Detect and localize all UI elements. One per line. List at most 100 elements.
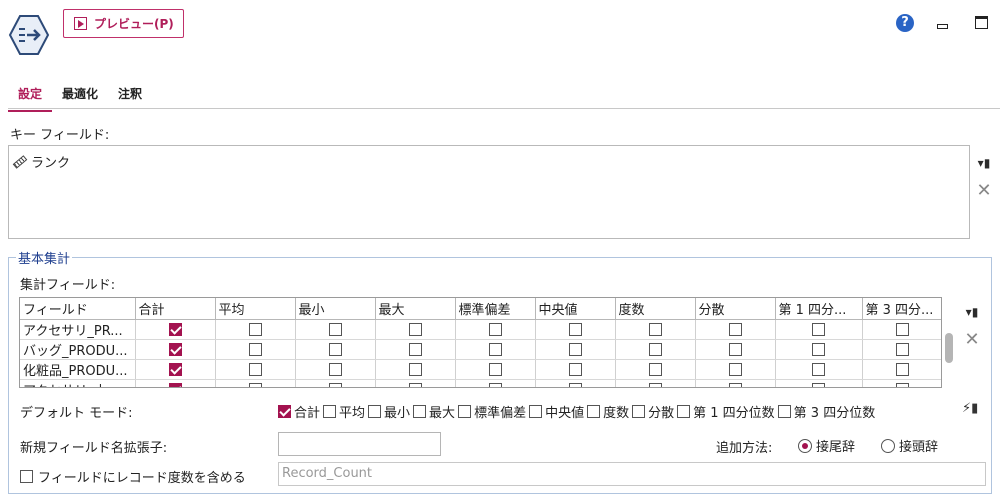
default-mode-option[interactable]: 標準偏差	[458, 402, 526, 421]
agg-checkbox[interactable]	[568, 382, 582, 387]
agg-checkbox[interactable]	[168, 342, 182, 356]
agg-checkbox[interactable]	[408, 342, 422, 356]
agg-checkbox-cell	[862, 379, 941, 387]
agg-checkbox[interactable]	[248, 382, 262, 387]
agg-checkbox-cell	[215, 319, 296, 340]
agg-checkbox[interactable]	[812, 342, 825, 356]
agg-checkbox[interactable]	[896, 322, 909, 336]
agg-checkbox[interactable]	[728, 322, 742, 336]
agg-checkbox[interactable]	[328, 362, 342, 376]
key-fields-list[interactable]: ランク	[8, 145, 970, 239]
table-row[interactable]: アクセサリ_小...	[20, 379, 941, 387]
agg-checkbox[interactable]	[648, 322, 662, 336]
agg-checkbox[interactable]	[488, 342, 502, 356]
checkbox-icon	[323, 405, 337, 418]
agg-checkbox[interactable]	[648, 362, 662, 376]
default-mode-label: 第 3 四分位数	[793, 406, 876, 421]
agg-checkbox[interactable]	[648, 382, 662, 387]
key-field-item[interactable]: ランク	[12, 152, 70, 171]
agg-checkbox[interactable]	[488, 322, 502, 336]
agg-checkbox[interactable]	[896, 382, 909, 387]
count-field-input[interactable]: Record_Count	[278, 462, 986, 486]
agg-checkbox-cell	[615, 379, 696, 387]
agg-checkbox[interactable]	[812, 322, 825, 336]
preview-button[interactable]: プレビュー(P)	[63, 9, 184, 38]
agg-checkbox[interactable]	[812, 362, 825, 376]
default-mode-option[interactable]: 平均	[323, 402, 365, 421]
agg-checkbox[interactable]	[728, 382, 742, 387]
agg-checkbox[interactable]	[328, 342, 342, 356]
grid-column-header[interactable]: 第 3 四分...	[862, 298, 941, 320]
grid-column-header[interactable]: 標準偏差	[455, 298, 536, 320]
help-icon[interactable]: ?	[896, 14, 914, 32]
agg-checkbox[interactable]	[568, 342, 582, 356]
agg-checkbox-cell	[375, 379, 456, 387]
agg-checkbox[interactable]	[168, 322, 182, 336]
add-method-label: 追加方法:	[716, 441, 773, 456]
default-mode-label: 最小	[384, 406, 411, 421]
grid-scrollbar[interactable]	[945, 333, 953, 363]
agg-checkbox[interactable]	[408, 322, 422, 336]
default-mode-option[interactable]: 合計	[278, 402, 320, 421]
agg-checkbox[interactable]	[728, 342, 742, 356]
aggregation-grid[interactable]: フィールド 合計 平均 最小 最大 標準偏差 中央値 度数 分散 第 1 四分.…	[19, 297, 942, 388]
grid-column-header[interactable]: 最大	[375, 298, 456, 320]
agg-checkbox[interactable]	[568, 362, 582, 376]
agg-checkbox[interactable]	[568, 322, 582, 336]
agg-checkbox[interactable]	[248, 362, 262, 376]
radio-dot	[798, 438, 812, 453]
agg-checkbox[interactable]	[168, 362, 182, 376]
default-mode-option[interactable]: 中央値	[529, 402, 584, 421]
agg-checkbox-cell	[215, 339, 296, 360]
default-mode-label: 分散	[648, 406, 675, 421]
suffix-radio[interactable]: 接尾辞	[798, 436, 855, 455]
grid-column-header[interactable]: 最小	[295, 298, 376, 320]
agg-checkbox[interactable]	[488, 382, 502, 387]
suffix-input[interactable]	[278, 432, 441, 456]
agg-checkbox-cell	[695, 359, 776, 380]
grid-column-header[interactable]: 合計	[135, 298, 216, 320]
default-mode-option[interactable]: 第 3 四分位数	[777, 402, 876, 421]
table-row[interactable]: バッグ_PRODU...	[20, 339, 941, 360]
agg-checkbox[interactable]	[328, 382, 342, 387]
table-row[interactable]: アクセサリ_PR...	[20, 319, 941, 340]
grid-column-header[interactable]: 平均	[215, 298, 296, 320]
table-row[interactable]: 化粧品_PRODU...	[20, 359, 941, 380]
default-mode-option[interactable]: 最小	[368, 402, 410, 421]
pick-agg-field-icon[interactable]: ▾▮	[964, 304, 980, 320]
agg-checkbox-cell	[295, 379, 376, 387]
agg-checkbox-cell	[295, 319, 376, 340]
grid-column-header[interactable]: フィールド	[20, 298, 136, 320]
prefix-radio[interactable]: 接頭辞	[881, 436, 938, 455]
default-mode-option[interactable]: 分散	[632, 402, 674, 421]
default-mode-label: 合計	[294, 406, 321, 421]
agg-checkbox[interactable]	[488, 362, 502, 376]
default-mode-option[interactable]: 最大	[413, 402, 455, 421]
apply-default-mode-icon[interactable]: ⚡▮	[962, 401, 978, 417]
grid-column-header[interactable]: 中央値	[535, 298, 616, 320]
maximize-icon[interactable]	[975, 16, 988, 29]
pick-field-icon[interactable]: ▾▮	[976, 155, 992, 171]
agg-checkbox[interactable]	[728, 362, 742, 376]
agg-checkbox[interactable]	[648, 342, 662, 356]
default-mode-option[interactable]: 第 1 四分位数	[677, 402, 775, 421]
default-mode-option[interactable]: 度数	[587, 402, 629, 421]
delete-agg-field-icon[interactable]: ✕	[964, 331, 980, 349]
grid-column-header[interactable]: 分散	[695, 298, 776, 320]
agg-checkbox[interactable]	[812, 382, 825, 387]
agg-checkbox[interactable]	[896, 362, 909, 376]
grid-column-header[interactable]: 度数	[615, 298, 696, 320]
minimize-icon[interactable]	[937, 24, 948, 29]
agg-checkbox[interactable]	[248, 342, 262, 356]
agg-checkbox[interactable]	[408, 382, 422, 387]
grid-column-header[interactable]: 第 1 四分...	[775, 298, 863, 320]
agg-checkbox[interactable]	[168, 382, 182, 387]
agg-checkbox[interactable]	[408, 362, 422, 376]
include-count-checkbox[interactable]: フィールドにレコード度数を含める	[20, 467, 246, 486]
agg-checkbox[interactable]	[328, 322, 342, 336]
key-fields-label: キー フィールド:	[10, 128, 110, 143]
agg-checkbox[interactable]	[896, 342, 909, 356]
delete-key-field-icon[interactable]: ✕	[976, 182, 992, 200]
agg-fields-label: 集計フィールド:	[20, 278, 116, 293]
agg-checkbox[interactable]	[248, 322, 262, 336]
